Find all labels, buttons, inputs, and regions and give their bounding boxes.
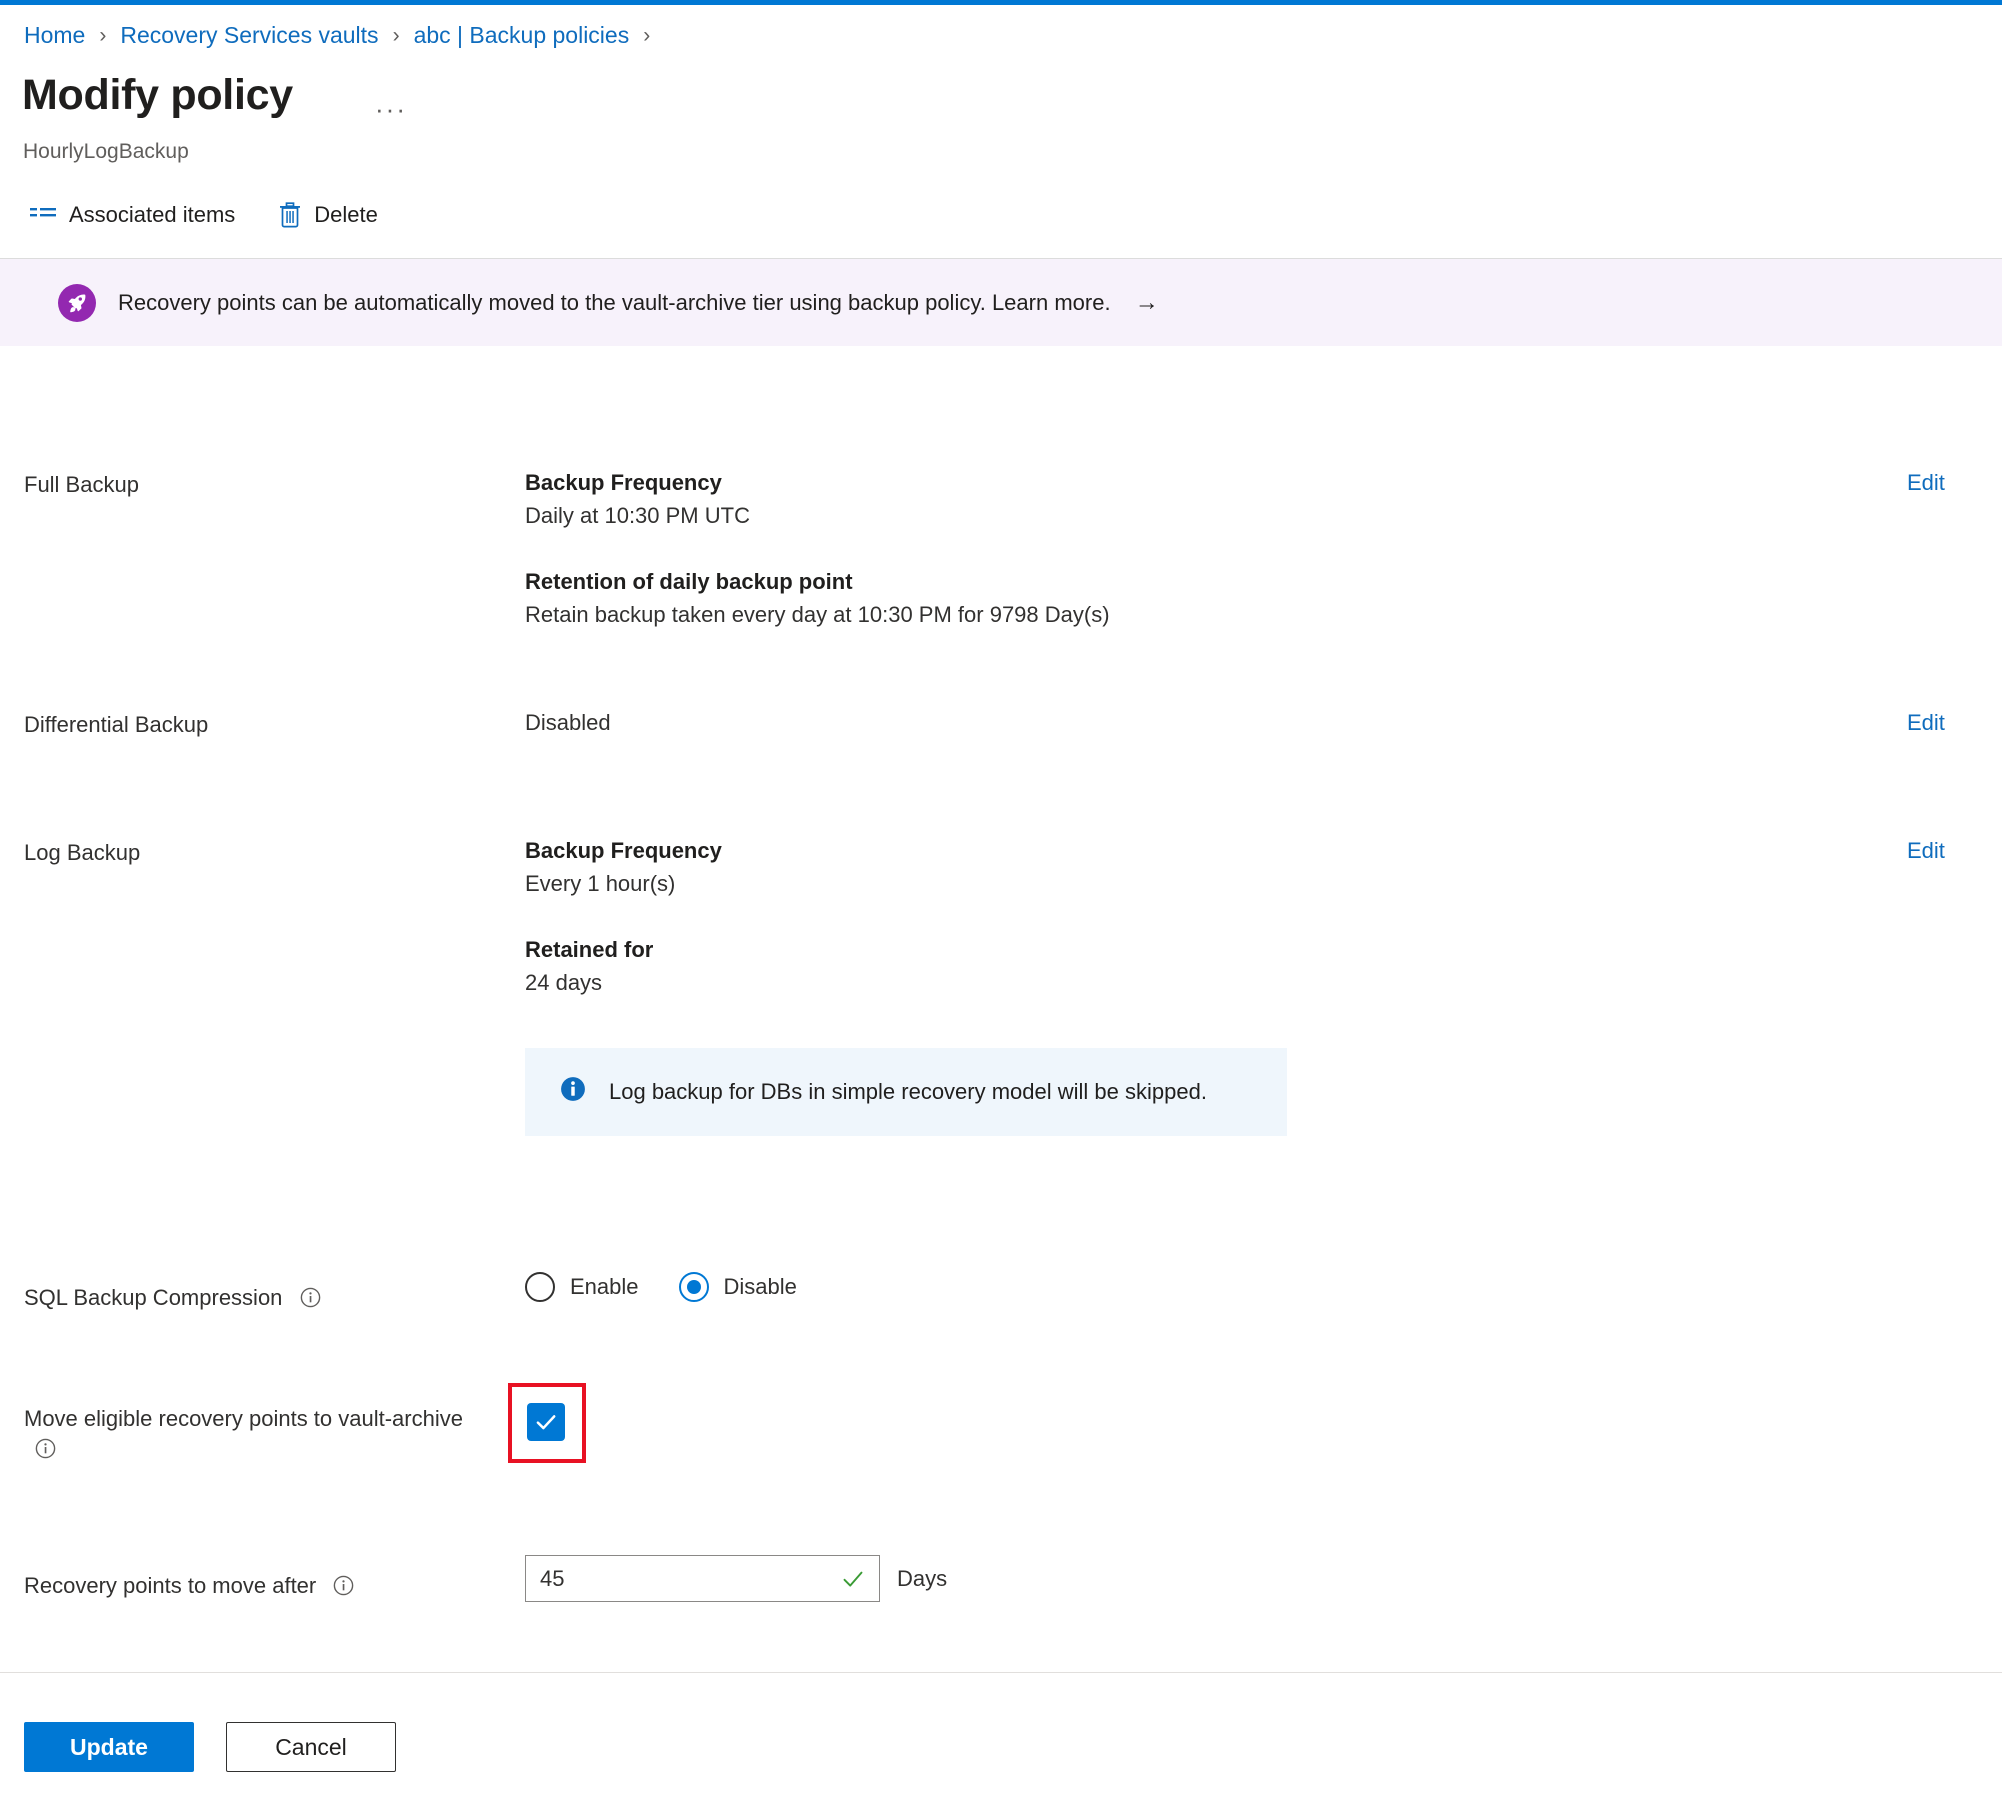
delete-label: Delete bbox=[314, 202, 378, 227]
differential-backup-edit-link[interactable]: Edit bbox=[1907, 710, 1945, 736]
info-outline-icon[interactable] bbox=[35, 1437, 56, 1458]
info-outline-icon[interactable] bbox=[300, 1286, 321, 1308]
update-button[interactable]: Update bbox=[24, 1722, 194, 1772]
differential-backup-value: Disabled bbox=[525, 710, 611, 735]
move-to-vault-archive-label: Move eligible recovery points to vault-a… bbox=[24, 1404, 494, 1463]
full-backup-frequency-value: Daily at 10:30 PM UTC bbox=[525, 503, 750, 528]
log-backup-label: Log Backup bbox=[24, 840, 141, 865]
move-to-vault-archive-label-text: Move eligible recovery points to vault-a… bbox=[24, 1406, 463, 1431]
radio-dot-enable[interactable] bbox=[525, 1272, 555, 1302]
log-backup-retained-head: Retained for bbox=[525, 937, 654, 962]
page-title: Modify policy bbox=[22, 71, 293, 119]
sql-backup-compression-label-text: SQL Backup Compression bbox=[24, 1285, 283, 1310]
recovery-points-move-after-input[interactable] bbox=[540, 1565, 841, 1592]
banner-text: Recovery points can be automatically mov… bbox=[118, 289, 1159, 317]
log-backup-body: Backup Frequency Every 1 hour(s) Retaine… bbox=[525, 838, 1865, 996]
breadcrumb-item-home[interactable]: Home bbox=[24, 22, 85, 49]
radio-label-enable: Enable bbox=[570, 1274, 639, 1299]
cancel-button[interactable]: Cancel bbox=[226, 1722, 396, 1772]
page-subtitle: HourlyLogBackup bbox=[23, 140, 189, 163]
move-to-vault-archive-checkbox[interactable] bbox=[527, 1403, 565, 1441]
differential-backup-label: Differential Backup bbox=[24, 712, 209, 737]
log-backup-retained-value: 24 days bbox=[525, 970, 603, 995]
differential-backup-body: Disabled bbox=[525, 710, 1865, 736]
full-backup-body: Backup Frequency Daily at 10:30 PM UTC R… bbox=[525, 470, 1865, 628]
associated-items-label: Associated items bbox=[69, 202, 236, 227]
top-accent-bar bbox=[0, 0, 2002, 5]
more-options-icon[interactable]: ··· bbox=[370, 92, 412, 126]
full-backup-retention-value: Retain backup taken every day at 10:30 P… bbox=[525, 602, 1110, 627]
associated-items-icon bbox=[30, 204, 56, 226]
sql-backup-compression-label: SQL Backup Compression bbox=[24, 1283, 494, 1313]
radio-dot-disable[interactable] bbox=[678, 1272, 709, 1302]
breadcrumb-item-recovery-services-vaults[interactable]: Recovery Services vaults bbox=[120, 22, 378, 49]
command-bar: Associated items Delete bbox=[24, 198, 384, 232]
radio-option-disable[interactable]: Disable bbox=[678, 1272, 797, 1302]
checkmark-icon bbox=[841, 1567, 865, 1591]
vault-archive-announcement-banner: Recovery points can be automatically mov… bbox=[0, 258, 2002, 346]
recovery-points-move-after-input-wrapper[interactable] bbox=[525, 1555, 880, 1602]
banner-message: Recovery points can be automatically mov… bbox=[118, 289, 986, 315]
delete-button[interactable]: Delete bbox=[273, 198, 384, 232]
recovery-points-move-after-label: Recovery points to move after bbox=[24, 1571, 494, 1601]
radio-label-disable: Disable bbox=[723, 1274, 797, 1299]
breadcrumb-separator-icon: › bbox=[643, 23, 651, 47]
full-backup-label: Full Backup bbox=[24, 472, 139, 497]
radio-option-enable[interactable]: Enable bbox=[525, 1272, 639, 1302]
breadcrumb-item-abc-backup-policies[interactable]: abc | Backup policies bbox=[414, 22, 630, 49]
log-backup-info-text: Log backup for DBs in simple recovery mo… bbox=[609, 1079, 1207, 1104]
associated-items-button[interactable]: Associated items bbox=[24, 198, 241, 232]
rocket-icon bbox=[58, 283, 96, 322]
recovery-points-move-after-unit: Days bbox=[897, 1565, 948, 1591]
log-backup-frequency-head: Backup Frequency bbox=[525, 838, 722, 863]
breadcrumb-separator-icon: › bbox=[99, 23, 107, 47]
breadcrumb: Home › Recovery Services vaults › abc | … bbox=[24, 22, 664, 49]
full-backup-retention-head: Retention of daily backup point bbox=[525, 569, 853, 594]
trash-icon bbox=[279, 202, 301, 228]
breadcrumb-separator-icon: › bbox=[392, 23, 400, 47]
info-filled-icon bbox=[560, 1076, 586, 1108]
log-backup-info-box: Log backup for DBs in simple recovery mo… bbox=[525, 1048, 1287, 1136]
banner-learn-more-link[interactable]: Learn more. bbox=[992, 290, 1111, 315]
recovery-points-move-after-label-text: Recovery points to move after bbox=[24, 1573, 317, 1598]
checkmark-icon bbox=[533, 1409, 559, 1435]
log-backup-frequency-value: Every 1 hour(s) bbox=[525, 871, 676, 896]
footer-actions: Update Cancel bbox=[24, 1722, 396, 1772]
full-backup-frequency-head: Backup Frequency bbox=[525, 470, 722, 495]
sql-backup-compression-radio-group: Enable Disable bbox=[525, 1272, 797, 1302]
arrow-right-icon: → bbox=[1134, 288, 1159, 316]
full-backup-edit-link[interactable]: Edit bbox=[1907, 470, 1945, 496]
info-outline-icon[interactable] bbox=[333, 1574, 354, 1596]
footer-divider bbox=[0, 1672, 2002, 1673]
log-backup-edit-link[interactable]: Edit bbox=[1907, 838, 1945, 864]
recovery-points-move-after-control: Days bbox=[525, 1555, 947, 1602]
